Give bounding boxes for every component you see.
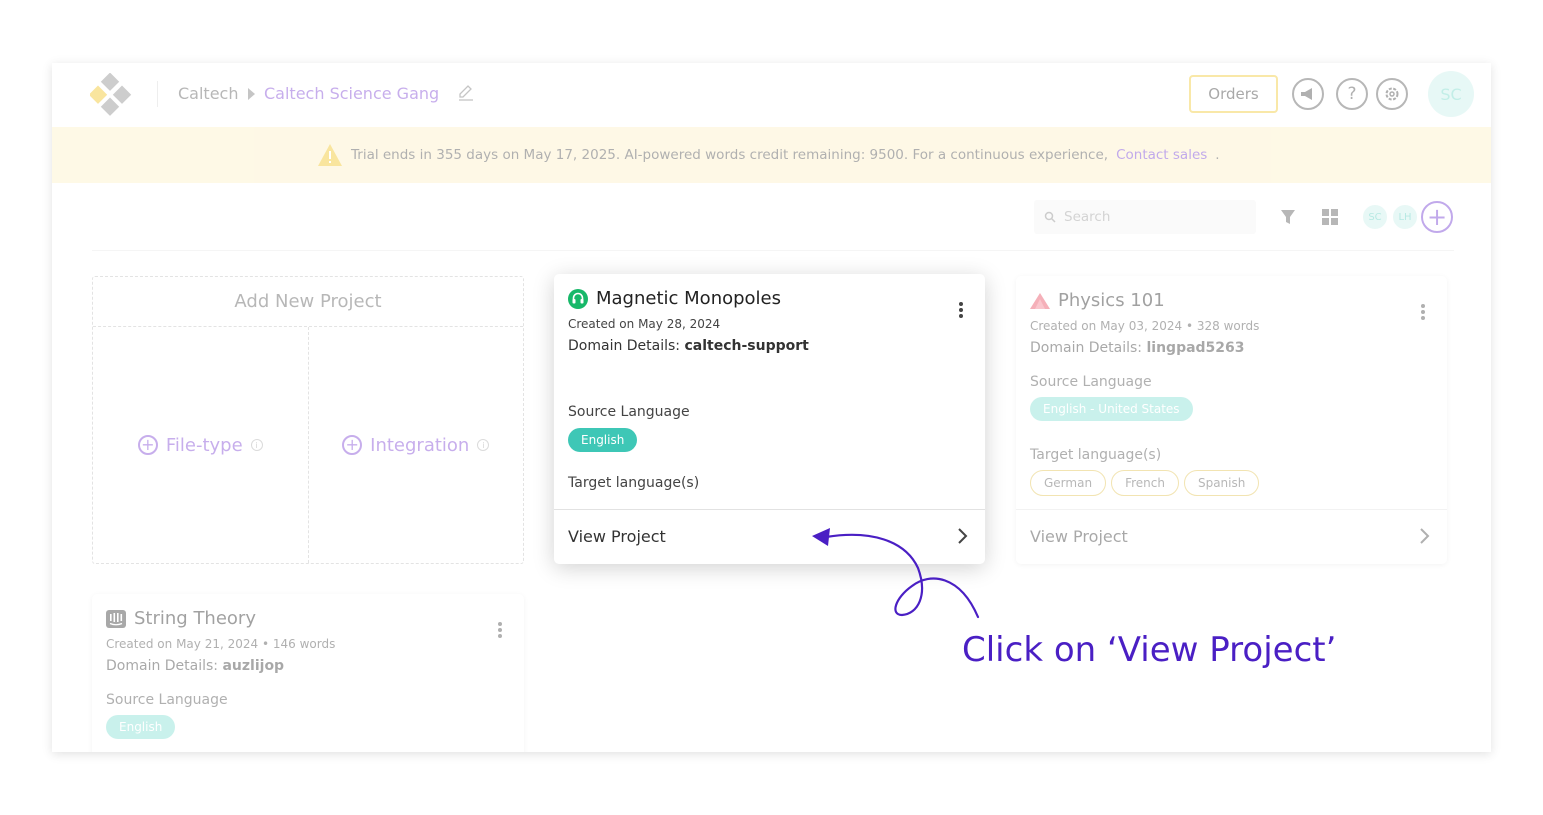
app-logo (90, 73, 132, 116)
view-project-label: View Project (568, 527, 666, 546)
integration-option[interactable]: + Integration i (307, 327, 524, 563)
target-language-label: Target language(s) (1030, 447, 1162, 463)
source-language-pill: English - United States (1030, 397, 1193, 421)
project-domain: Domain Details: caltech-support (568, 338, 809, 354)
target-language-pill: German (1030, 470, 1107, 496)
project-toolbar: Search SC LH + (52, 183, 1491, 250)
settings-icon[interactable] (1376, 78, 1408, 110)
breadcrumb-current[interactable]: Caltech Science Gang (264, 83, 439, 105)
more-options-icon[interactable] (959, 302, 963, 320)
toolbar-divider (92, 250, 1454, 251)
grid-view-icon[interactable] (1322, 209, 1338, 225)
user-avatar[interactable]: SC (1428, 71, 1474, 117)
edit-pencil-icon[interactable] (457, 83, 475, 101)
source-language-label: Source Language (1030, 374, 1152, 390)
project-title: Physics 101 (1058, 290, 1165, 311)
project-title: Magnetic Monopoles (596, 288, 782, 309)
integration-label: Integration (370, 434, 470, 456)
trial-banner: Trial ends in 355 days on May 17, 2025. … (52, 127, 1491, 183)
view-project-label: View Project (1030, 527, 1128, 546)
intercom-logo-icon (106, 609, 126, 628)
annotation-caption: Click on ‘View Project’ (962, 630, 1337, 670)
banner-suffix: . (1215, 147, 1220, 163)
announcement-icon[interactable] (1292, 78, 1324, 110)
search-icon (1044, 211, 1056, 223)
add-new-project-panel: Add New Project + File-type i + Integrat… (92, 276, 524, 564)
target-language-pill: French (1111, 470, 1179, 496)
banner-message: Trial ends in 355 days on May 17, 2025. … (351, 147, 1109, 163)
more-options-icon[interactable] (498, 622, 502, 640)
file-type-option[interactable]: + File-type i (93, 327, 308, 563)
orders-button[interactable]: Orders (1189, 75, 1278, 113)
target-language-label: Target language(s) (568, 475, 700, 491)
chevron-right-icon (958, 528, 968, 544)
search-placeholder: Search (1064, 209, 1111, 225)
view-project-button[interactable]: View Project (554, 509, 985, 563)
project-title: String Theory (134, 608, 256, 629)
project-domain: Domain Details: lingpad5263 (1030, 340, 1245, 356)
chevron-right-icon (1420, 528, 1430, 544)
source-language-label: Source Language (568, 404, 690, 420)
contact-sales-link[interactable]: Contact sales (1116, 147, 1207, 163)
search-input[interactable]: Search (1034, 200, 1256, 234)
source-language-pill: English (568, 428, 638, 452)
header-divider (157, 81, 158, 107)
project-created-date: Created on May 21, 2024 • 146 words (106, 637, 336, 651)
target-language-pill: Spanish (1183, 470, 1260, 496)
file-type-label: File-type (165, 434, 243, 456)
source-language-label: Source Language (106, 692, 228, 708)
add-member-icon[interactable]: + (1421, 201, 1453, 233)
caret-right-icon (248, 88, 255, 100)
plus-circle-icon: + (137, 435, 158, 455)
member-avatar[interactable]: SC (1361, 203, 1389, 231)
project-card-magnetic-monopoles: Magnetic Monopoles Created on May 28, 20… (554, 274, 985, 564)
view-project-button[interactable]: View Project (1016, 509, 1447, 563)
project-created-date: Created on May 03, 2024 • 328 words (1030, 319, 1260, 333)
project-created-date: Created on May 28, 2024 (568, 317, 721, 331)
filter-icon[interactable] (1280, 209, 1296, 225)
target-language-pills: German French Spanish (1030, 470, 1260, 496)
plus-circle-icon: + (342, 435, 363, 455)
info-icon[interactable]: i (250, 439, 263, 451)
help-icon[interactable]: ? (1336, 78, 1368, 110)
source-language-pill: English (106, 715, 176, 739)
headset-icon (568, 288, 588, 309)
project-domain: Domain Details: auzlijop (106, 658, 285, 674)
add-new-project-title: Add New Project (93, 277, 523, 327)
info-icon[interactable]: i (477, 439, 490, 451)
project-card-physics-101: Physics 101 Created on May 03, 2024 • 32… (1016, 276, 1447, 564)
breadcrumb-root[interactable]: Caltech (178, 83, 238, 105)
project-card-string-theory: String Theory Created on May 21, 2024 • … (92, 594, 524, 752)
warning-icon (318, 144, 342, 166)
member-avatar[interactable]: LH (1391, 203, 1419, 231)
more-options-icon[interactable] (1421, 304, 1425, 322)
mountain-logo-icon (1030, 292, 1050, 309)
top-bar: Caltech Caltech Science Gang Orders ? SC (52, 63, 1491, 127)
